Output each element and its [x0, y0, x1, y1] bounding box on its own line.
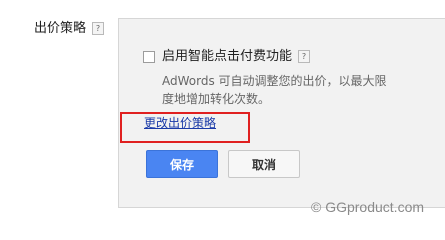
description-line-1: AdWords 可自动调整您的出价，以最大限 [162, 74, 387, 88]
watermark: © GGproduct.com [311, 199, 425, 215]
enhanced-cpc-label: 启用智能点击付费功能 [162, 49, 293, 64]
cancel-button[interactable]: 取消 [228, 150, 300, 178]
help-icon[interactable]: ? [298, 50, 311, 63]
help-icon[interactable]: ? [92, 22, 105, 35]
enhanced-cpc-checkbox[interactable] [143, 51, 155, 63]
bid-strategy-label: 出价策略 [34, 21, 87, 36]
save-button[interactable]: 保存 [146, 150, 218, 178]
bid-strategy-panel [118, 18, 445, 208]
description-line-2: 度地增加转化次数。 [162, 92, 271, 106]
bid-strategy-row: 出价策略? [34, 20, 105, 38]
enhanced-cpc-description: AdWords 可自动调整您的出价，以最大限 度地增加转化次数。 [162, 72, 437, 108]
enhanced-cpc-row: 启用智能点击付费功能? [162, 49, 311, 65]
change-bid-strategy-link[interactable]: 更改出价策略 [144, 116, 216, 131]
